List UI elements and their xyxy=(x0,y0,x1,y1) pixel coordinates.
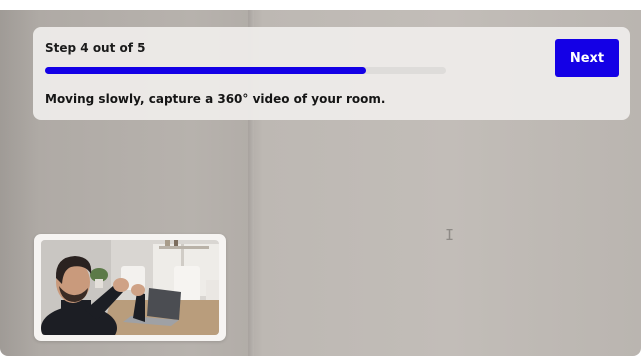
next-button[interactable]: Next xyxy=(555,39,619,77)
step-label: Step 4 out of 5 xyxy=(45,41,146,55)
progress-fill xyxy=(45,67,366,74)
progress-bar xyxy=(45,67,446,74)
top-frame xyxy=(0,0,641,10)
step-card: Step 4 out of 5 Moving slowly, capture a… xyxy=(33,27,630,120)
text-cursor-icon: I xyxy=(445,226,455,244)
self-view-video xyxy=(41,240,219,335)
self-view-thumbnail xyxy=(34,234,226,341)
instruction-text: Moving slowly, capture a 360° video of y… xyxy=(45,92,386,106)
